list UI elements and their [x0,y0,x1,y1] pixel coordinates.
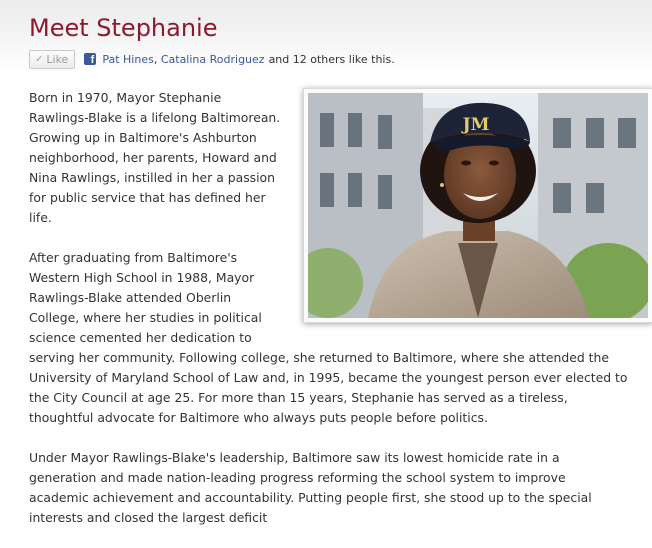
bio-content: JM Born in 1970, Mayor Stephanie Rawling… [29,88,652,548]
friend-link-2[interactable]: Catalina Rodriguez [161,53,265,66]
social-bar: ✓ Like f Pat Hines, Catalina Rodriguez a… [29,48,395,70]
portrait-photo-image: JM [308,93,648,318]
friend-separator: , [153,52,158,66]
facebook-icon: f [84,53,97,66]
portrait-photo: JM [303,88,652,323]
page-title: Meet Stephanie [29,14,218,42]
like-button[interactable]: ✓ Like [29,49,76,69]
bio-paragraph-3: Under Mayor Rawlings-Blake's leadership,… [29,450,592,525]
like-label: Like [46,52,69,66]
check-icon: ✓ [35,53,44,65]
friend-link-1[interactable]: Pat Hines [102,53,154,66]
cap-logo: JM [461,115,490,135]
others-like-text: and 12 others like this. [268,52,395,66]
